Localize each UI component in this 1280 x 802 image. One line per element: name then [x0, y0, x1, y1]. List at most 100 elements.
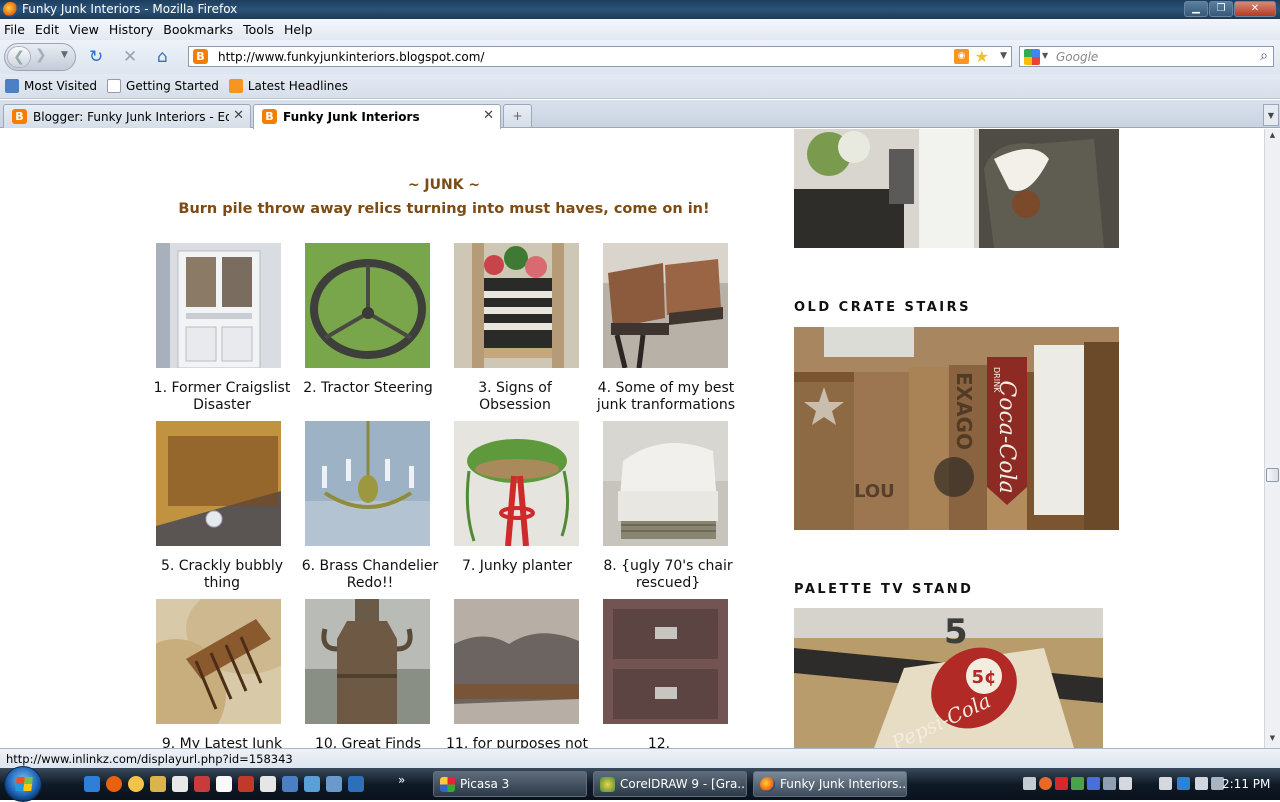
tray-icon[interactable] — [1119, 777, 1132, 790]
chrome-quicklaunch-icon[interactable] — [128, 776, 144, 792]
menu-view[interactable]: View — [69, 22, 99, 37]
tray-volume-icon[interactable] — [1195, 777, 1208, 790]
taskbar-coreldraw[interactable]: CorelDRAW 9 - [Gra... — [593, 771, 747, 797]
search-engine-dropdown-icon[interactable]: ▼ — [1042, 51, 1048, 60]
pdf-quicklaunch-icon[interactable] — [216, 776, 232, 792]
desktop-quicklaunch-icon[interactable] — [348, 776, 364, 792]
search-bar[interactable]: ▼ Google ⌕ — [1019, 46, 1274, 67]
bookmark-latest-headlines[interactable]: Latest Headlines — [228, 79, 348, 93]
caption-item-6[interactable]: 6. Brass Chandelier Redo!! — [290, 558, 450, 592]
thumbnail-70s-chair[interactable] — [603, 421, 728, 546]
thumbnail-craigslist-cabinet[interactable] — [156, 243, 281, 368]
caption-item-7[interactable]: 7. Junky planter — [437, 558, 597, 575]
sidebar-heading-palette-tv-stand[interactable]: PALETTE TV STAND — [794, 582, 973, 597]
forward-button[interactable]: ❯ — [35, 47, 47, 63]
tray-ati-icon[interactable] — [1055, 777, 1068, 790]
firefox-quicklaunch-icon[interactable] — [106, 776, 122, 792]
svg-text:5: 5 — [944, 612, 968, 652]
reload-icon[interactable]: ↻ — [89, 48, 103, 66]
caption-item-11[interactable]: 11. for purposes not — [437, 736, 597, 748]
vertical-scrollbar[interactable]: ▲ ▼ — [1264, 129, 1280, 748]
close-window-button[interactable]: ✕ — [1234, 1, 1276, 17]
menu-tools[interactable]: Tools — [243, 22, 274, 37]
scroll-down-icon[interactable]: ▼ — [1267, 734, 1278, 746]
thumbnail-item-12[interactable] — [603, 599, 728, 724]
rss-icon[interactable]: ◉ — [954, 49, 969, 64]
thumbnail-latest-junk[interactable] — [156, 599, 281, 724]
menu-help[interactable]: Help — [284, 22, 313, 37]
thumbnail-tractor-steering[interactable] — [305, 243, 430, 368]
tab-blogger-edit[interactable]: B Blogger: Funky Junk Interiors - Edit .… — [3, 104, 251, 128]
tray-icon[interactable] — [1023, 777, 1036, 790]
taskbar-firefox[interactable]: Funky Junk Interiors... — [753, 771, 907, 797]
menu-bookmarks[interactable]: Bookmarks — [163, 22, 233, 37]
folder-quicklaunch-icon[interactable] — [150, 776, 166, 792]
taskbar-clock[interactable]: 2:11 PM — [1222, 777, 1270, 791]
caption-item-4[interactable]: 4. Some of my best junk tranformations — [586, 380, 746, 414]
new-tab-button[interactable]: + — [503, 104, 532, 127]
ie-quicklaunch-icon[interactable] — [84, 776, 100, 792]
caption-item-1[interactable]: 1. Former Craigslist Disaster — [142, 380, 302, 414]
stop-icon[interactable]: ✕ — [123, 48, 137, 66]
sidebar-image-old-crate-stairs[interactable]: Coca-Cola DRINK EXAGO LOU — [794, 327, 1119, 530]
maximize-button[interactable]: ❐ — [1209, 1, 1233, 17]
quicklaunch-overflow-icon[interactable]: » — [398, 773, 405, 787]
taskbar-picasa[interactable]: Picasa 3 — [433, 771, 587, 797]
bookmark-getting-started[interactable]: Getting Started — [107, 79, 219, 93]
sidebar-heading-old-crate-stairs[interactable]: OLD CRATE STAIRS — [794, 300, 971, 315]
search-placeholder[interactable]: Google — [1056, 50, 1098, 64]
url-bar[interactable]: B http://www.funkyjunkinteriors.blogspot… — [188, 46, 1012, 67]
bookmark-star-icon[interactable]: ★ — [975, 47, 989, 66]
thumbnail-brass-chandelier[interactable] — [305, 421, 430, 546]
menu-file[interactable]: File — [4, 22, 25, 37]
menu-history[interactable]: History — [109, 22, 153, 37]
sidebar-image-palette-tv-stand[interactable]: 5¢ Pepsi-Cola 5 — [794, 608, 1103, 748]
back-button[interactable]: ❮ — [7, 46, 31, 68]
close-tab-icon[interactable]: ✕ — [233, 108, 244, 123]
tray-icon[interactable] — [1071, 777, 1084, 790]
explorer-quicklaunch-icon[interactable] — [326, 776, 342, 792]
minimize-button[interactable]: ▁ — [1184, 1, 1208, 17]
tray-icon[interactable] — [1103, 777, 1116, 790]
close-tab-icon[interactable]: ✕ — [483, 108, 494, 123]
url-dropdown-icon[interactable]: ▼ — [1000, 51, 1007, 61]
search-icon[interactable]: ⌕ — [1260, 48, 1268, 64]
sidebar-image-living-room[interactable] — [794, 129, 1119, 248]
thumbnail-crackly-bubbly[interactable] — [156, 421, 281, 546]
thumbnail-junky-planter[interactable] — [454, 421, 579, 546]
caption-item-2[interactable]: 2. Tractor Steering — [288, 380, 448, 397]
word-quicklaunch-icon[interactable] — [282, 776, 298, 792]
caption-item-3[interactable]: 3. Signs of Obsession — [435, 380, 595, 414]
acrobat-quicklaunch-icon[interactable] — [238, 776, 254, 792]
thumbnail-great-finds[interactable] — [305, 599, 430, 724]
start-button[interactable] — [4, 766, 42, 802]
caption-item-10[interactable]: 10. Great Finds — [288, 736, 448, 748]
thumbnail-signs-of-obsession[interactable] — [454, 243, 579, 368]
app-quicklaunch-icon[interactable] — [194, 776, 210, 792]
tray-icon[interactable] — [1087, 777, 1100, 790]
notepad-quicklaunch-icon[interactable] — [172, 776, 188, 792]
menu-edit[interactable]: Edit — [35, 22, 59, 37]
tray-safely-remove-icon[interactable] — [1159, 777, 1172, 790]
scroll-up-icon[interactable]: ▲ — [1267, 131, 1278, 143]
bookmark-most-visited[interactable]: Most Visited — [5, 79, 97, 93]
caption-item-8[interactable]: 8. {ugly 70's chair rescued} — [588, 558, 748, 592]
calculator-quicklaunch-icon[interactable] — [304, 776, 320, 792]
caption-item-9[interactable]: 9. My Latest Junk — [142, 736, 302, 748]
url-text[interactable]: http://www.funkyjunkinteriors.blogspot.c… — [218, 50, 484, 64]
tab-funky-junk[interactable]: B Funky Junk Interiors ✕ — [253, 104, 501, 129]
scrollbar-thumb[interactable] — [1266, 468, 1279, 482]
home-icon[interactable]: ⌂ — [157, 48, 168, 66]
thumbnail-purposes-not[interactable] — [454, 599, 579, 724]
thumbnail-junk-transformations[interactable] — [603, 243, 728, 368]
caption-item-5[interactable]: 5. Crackly bubbly thing — [142, 558, 302, 592]
tray-network-icon[interactable] — [1177, 777, 1190, 790]
caption-item-12[interactable]: 12. — [579, 736, 739, 748]
title-bar: Funky Junk Interiors - Mozilla Firefox ▁… — [0, 0, 1280, 19]
paint-quicklaunch-icon[interactable] — [260, 776, 276, 792]
tray-icon[interactable] — [1039, 777, 1052, 790]
google-icon[interactable] — [1024, 49, 1040, 65]
coreldraw-icon — [600, 777, 615, 792]
history-dropdown-icon[interactable]: ▼ — [61, 50, 68, 60]
tab-list-dropdown-icon[interactable]: ▼ — [1263, 104, 1279, 126]
